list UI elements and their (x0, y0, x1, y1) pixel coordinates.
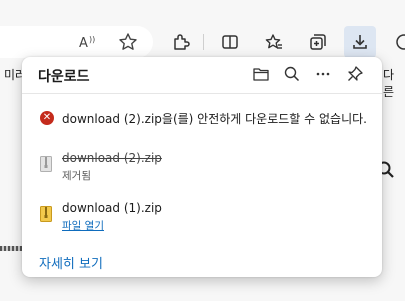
zip-file-icon-removed (40, 156, 52, 172)
more-icon[interactable] (312, 63, 334, 85)
error-icon: ✕ (40, 111, 54, 125)
downloads-flyout: 다운로드 ✕ download (2).zip을(를) 안전하게 다운로드할 수… (22, 57, 382, 277)
download-error-message: download (2).zip을(를) 안전하게 다운로드할 수 없습니다. (62, 112, 367, 126)
see-more-link[interactable]: 자세히 보기 (39, 253, 103, 272)
bookmark-partial-right[interactable]: 다른 (383, 66, 405, 100)
download-status: 제거됨 (62, 170, 91, 182)
svg-text:A: A (79, 36, 88, 51)
page-image-strip (0, 246, 22, 251)
pin-icon[interactable] (344, 63, 366, 85)
favorites-icon[interactable] (262, 30, 286, 54)
search-icon[interactable] (281, 63, 303, 85)
download-file-name[interactable]: download (1).zip (62, 201, 162, 215)
open-folder-icon[interactable] (250, 63, 272, 85)
svg-text:)): )) (89, 35, 95, 44)
collections-icon[interactable] (306, 30, 330, 54)
favorite-star-icon[interactable] (116, 30, 140, 54)
download-file-name: download (2).zip (62, 151, 162, 165)
read-aloud-icon[interactable]: A)) (76, 30, 100, 54)
edge-copilot-icon[interactable] (390, 30, 405, 54)
flyout-title: 다운로드 (38, 69, 90, 85)
flyout-divider (22, 93, 382, 94)
downloads-icon (353, 35, 367, 49)
extensions-icon[interactable] (169, 30, 193, 54)
zip-file-icon (40, 206, 52, 222)
open-file-link[interactable]: 파일 열기 (62, 218, 104, 233)
downloads-button[interactable] (344, 26, 376, 58)
split-screen-icon[interactable] (218, 30, 242, 54)
toolbar-separator (203, 34, 204, 50)
